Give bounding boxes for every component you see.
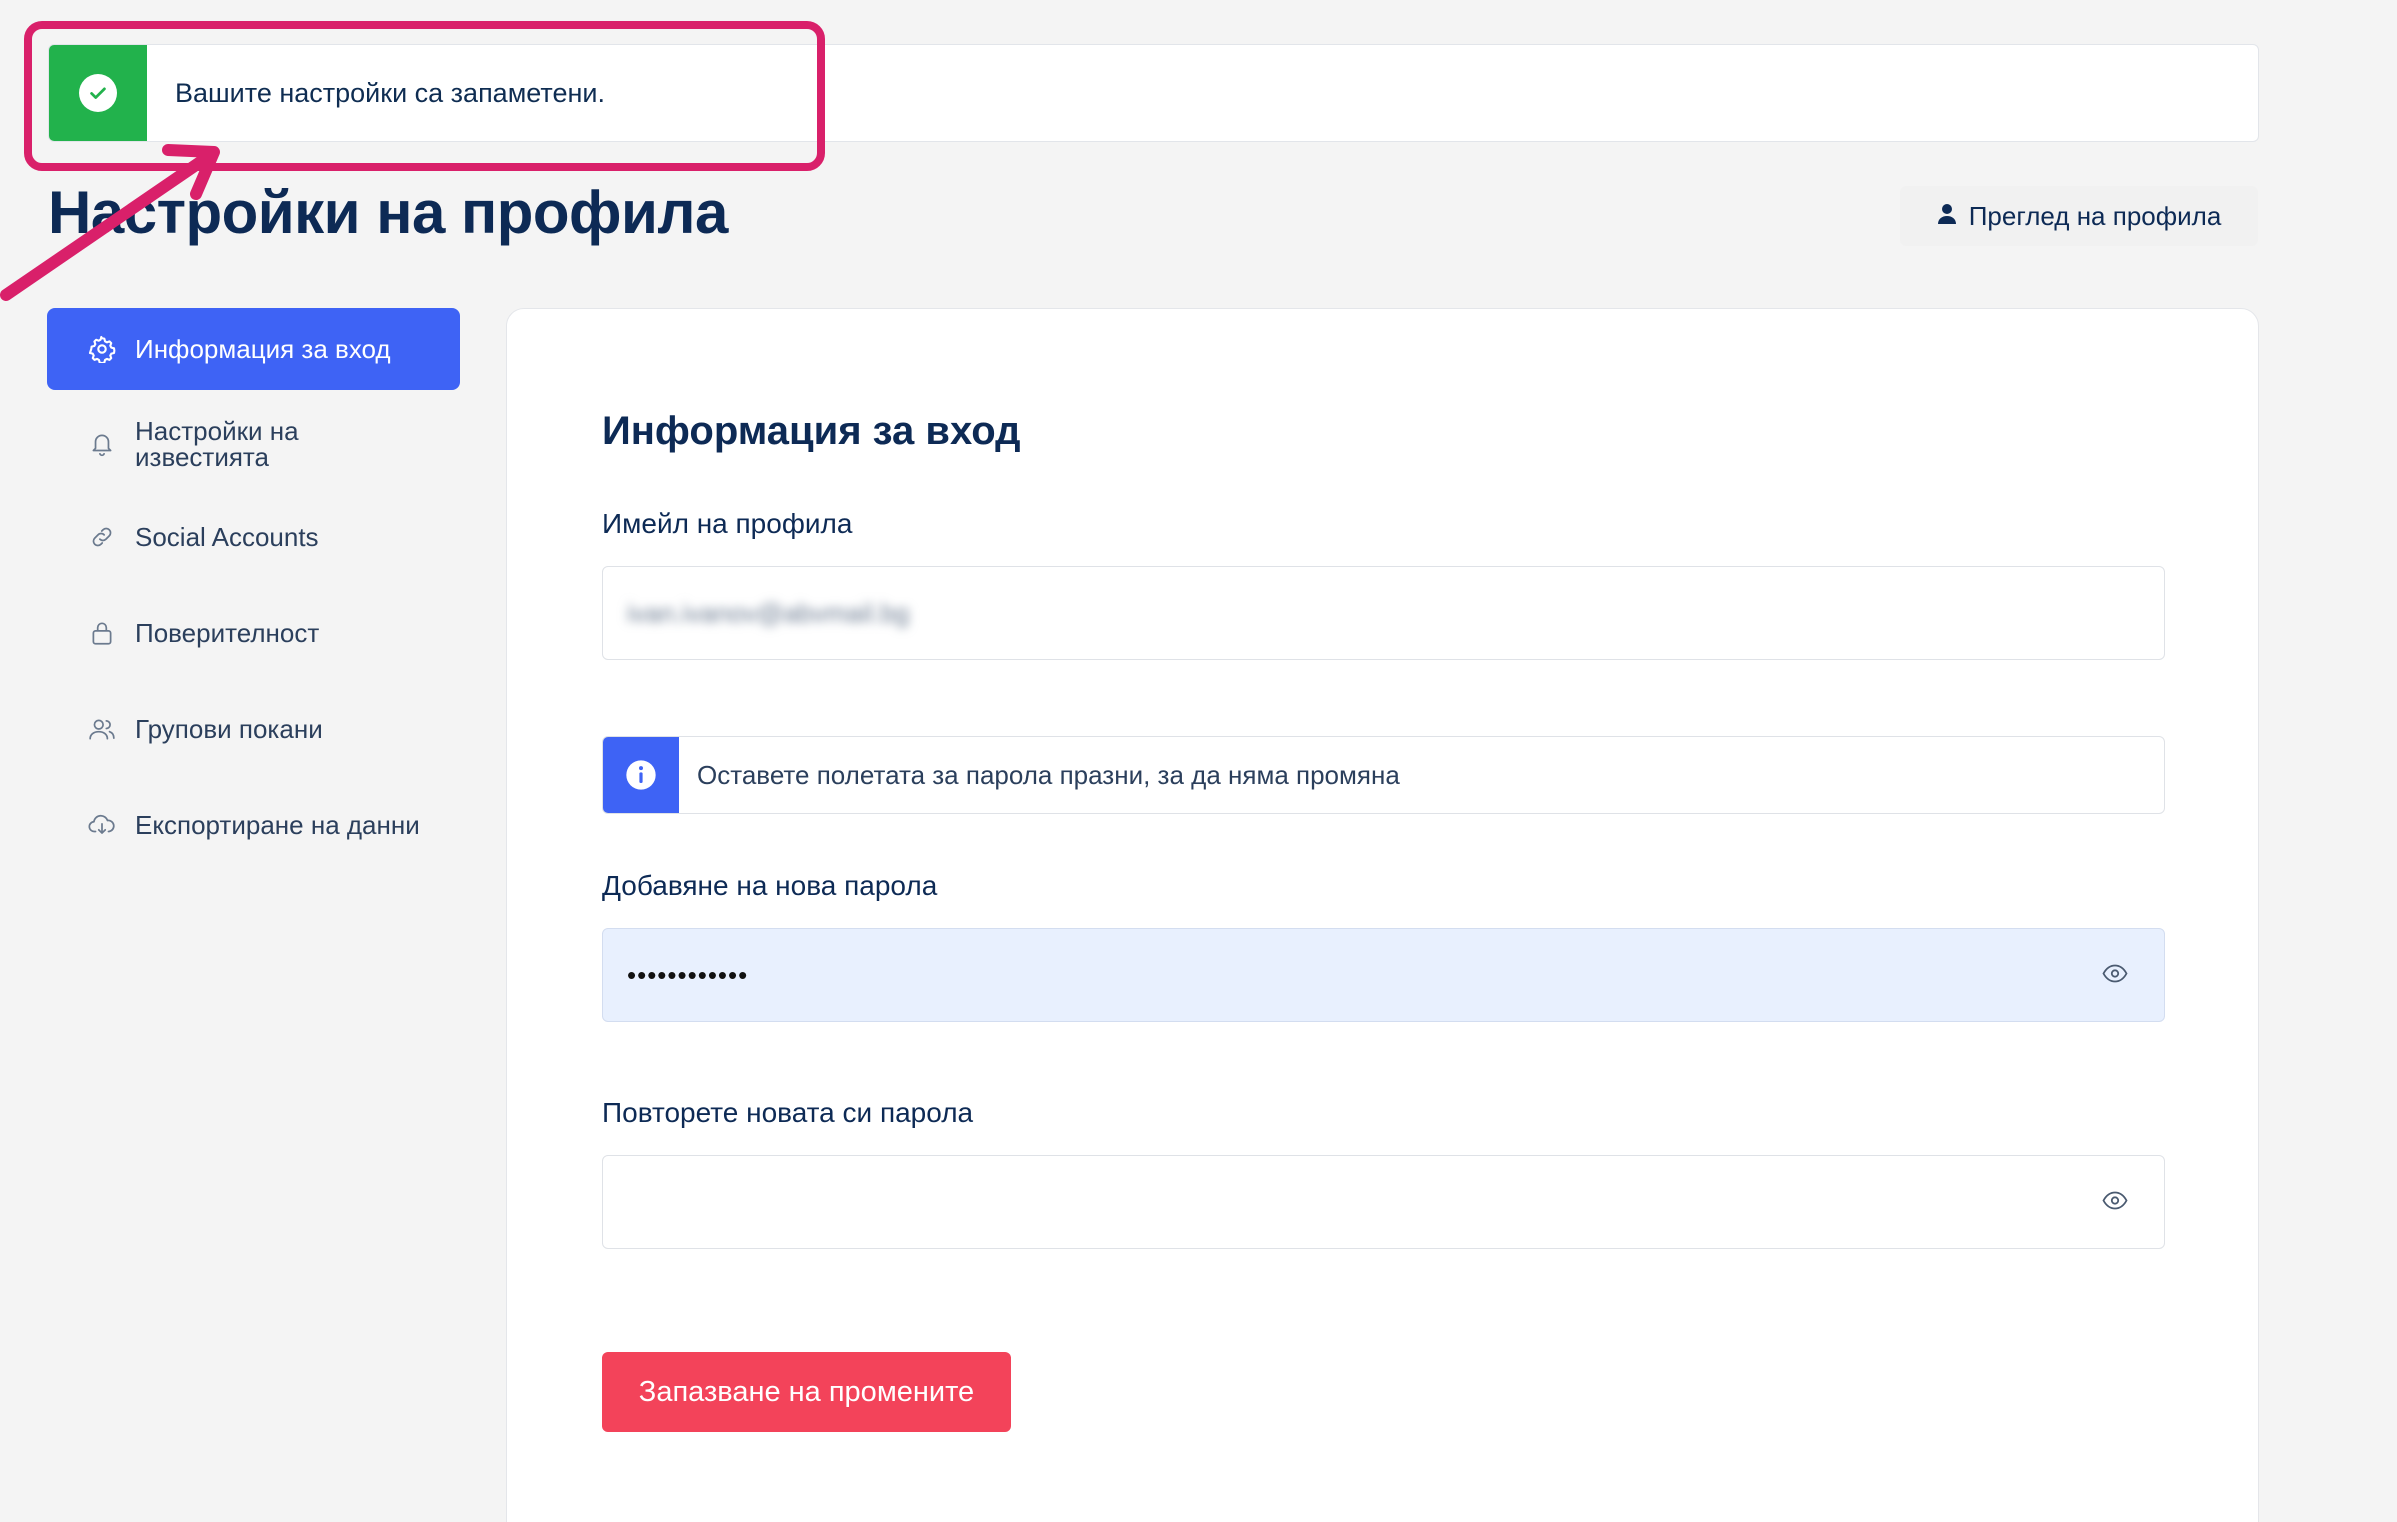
sidebar-item-login-info[interactable]: Информация за вход	[47, 308, 460, 390]
check-icon	[79, 74, 117, 112]
new-password-field[interactable]: ••••••••••••	[602, 928, 2165, 1022]
page-title: Настройки на профила	[48, 179, 728, 246]
sidebar-item-notifications[interactable]: Настройки на известията	[47, 418, 460, 470]
section-title: Информация за вход	[602, 409, 1021, 453]
email-value: ivan.ivanov@abvmail.bg	[627, 597, 910, 628]
page: Вашите настройки са запаметени. Настройк…	[0, 0, 2397, 1522]
users-icon	[87, 714, 117, 744]
sidebar-item-label: Информация за вход	[135, 334, 391, 364]
login-info-card: Информация за вход Имейл на профила ivan…	[506, 308, 2259, 1522]
sidebar-item-label: Групови покани	[135, 714, 323, 744]
lock-icon	[87, 618, 117, 648]
bell-icon	[87, 429, 117, 459]
repeat-password-label: Повторете новата си парола	[602, 1097, 974, 1128]
password-info-notice: Оставете полетата за парола празни, за д…	[602, 736, 2165, 814]
user-icon	[1937, 201, 1957, 232]
cloud-download-icon	[87, 810, 117, 840]
notice-text: Вашите настройки са запаметени.	[175, 77, 605, 108]
sidebar-item-privacy[interactable]: Поверителност	[47, 618, 460, 648]
sidebar-item-group-invites[interactable]: Групови покани	[47, 714, 460, 744]
link-icon	[87, 522, 117, 552]
sidebar: Информация за вход Настройки на известия…	[47, 308, 460, 840]
new-password-value: ••••••••••••	[627, 959, 749, 990]
view-profile-label: Преглед на профила	[1968, 200, 2222, 231]
email-field[interactable]: ivan.ivanov@abvmail.bg	[602, 566, 2165, 660]
sidebar-item-label: Social Accounts	[135, 522, 319, 552]
gear-icon	[87, 334, 117, 364]
sidebar-item-label: Настройки на известията	[135, 416, 299, 472]
info-icon	[603, 737, 679, 813]
email-label: Имейл на профила	[602, 508, 853, 539]
save-changes-button[interactable]: Запазване на промените	[602, 1352, 1011, 1432]
new-password-label: Добавяне на нова парола	[602, 870, 938, 901]
repeat-password-field[interactable]	[602, 1155, 2165, 1249]
sidebar-item-label: Поверителност	[135, 618, 320, 648]
sidebar-item-social-accounts[interactable]: Social Accounts	[47, 522, 460, 552]
sidebar-item-label: Експортиране на данни	[135, 810, 420, 840]
eye-icon[interactable]	[2102, 1187, 2128, 1218]
eye-icon[interactable]	[2102, 960, 2128, 991]
success-notice: Вашите настройки са запаметени.	[48, 44, 2259, 142]
notice-icon-box	[49, 45, 147, 141]
view-profile-button[interactable]: Преглед на профила	[1900, 186, 2258, 246]
info-text: Оставете полетата за парола празни, за д…	[697, 759, 1400, 790]
sidebar-item-export-data[interactable]: Експортиране на данни	[47, 810, 460, 840]
